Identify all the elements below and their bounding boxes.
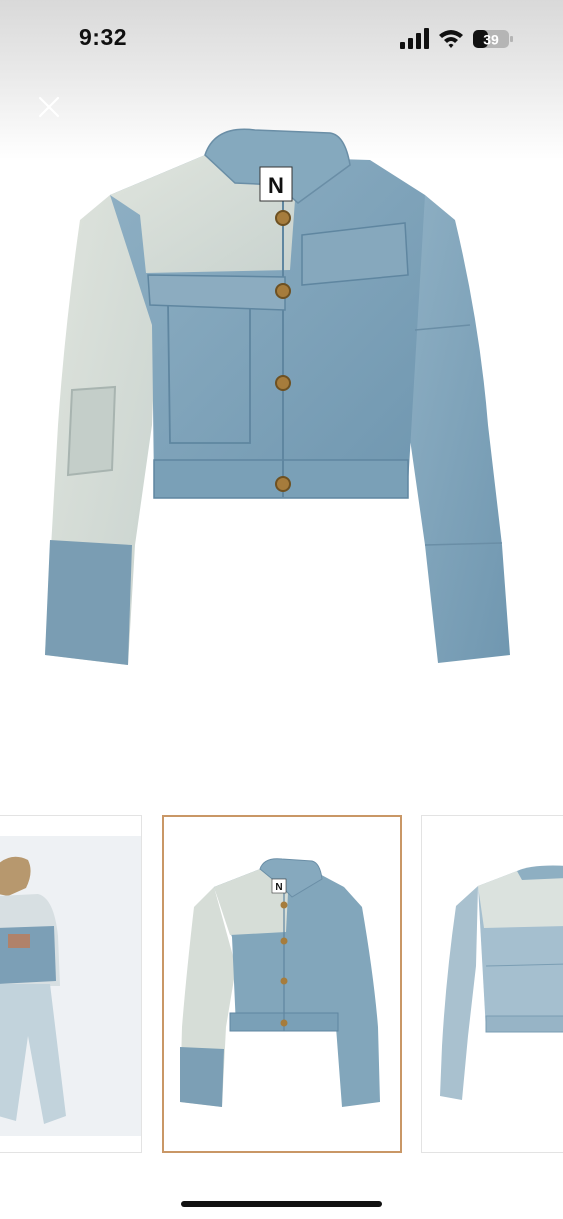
jacket-back-thumbnail-image (440, 865, 563, 1100)
thumbnail-jacket-back[interactable] (421, 815, 563, 1153)
thumbnail-model-back[interactable] (0, 815, 142, 1153)
wifi-icon (439, 30, 463, 48)
thumbnail-logo-letter: N (275, 882, 282, 893)
close-button[interactable] (30, 88, 68, 126)
home-indicator[interactable] (181, 1201, 382, 1207)
signal-bars-icon (400, 28, 429, 49)
status-time: 9:32 (79, 24, 128, 50)
model-photo (0, 836, 141, 1136)
close-icon (38, 96, 60, 118)
jacket-front-thumbnail-image: N (180, 858, 380, 1107)
battery-level-text: 39 (483, 32, 499, 48)
battery-icon: 39 (473, 30, 513, 48)
thumbnail-strip: N (0, 815, 563, 1155)
thumbnail-jacket-front[interactable]: N (162, 815, 402, 1153)
brand-logo-letter: N (268, 173, 284, 198)
main-product-image[interactable]: N (40, 125, 515, 670)
status-icons: 39 (400, 28, 513, 49)
